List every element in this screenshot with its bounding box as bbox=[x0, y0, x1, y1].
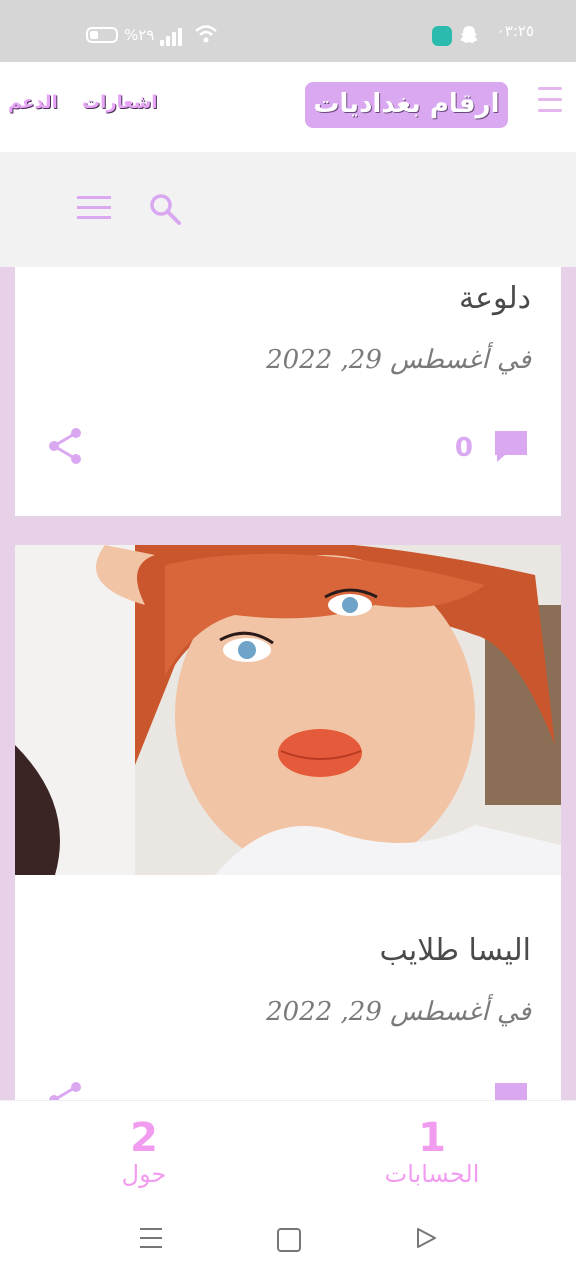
battery-percent: %٢٩ bbox=[124, 26, 155, 44]
side-menu-icon[interactable] bbox=[538, 87, 562, 121]
post-card[interactable]: دلوعة في أغسطس 29, 2022 0 bbox=[15, 267, 561, 516]
clock: ٠٣:٢٥ bbox=[496, 22, 534, 40]
post-date: في أغسطس 29, 2022 bbox=[266, 997, 531, 1027]
tab-label: حول bbox=[121, 1160, 167, 1188]
post-title[interactable]: دلوعة bbox=[459, 281, 531, 316]
tab-number: 1 bbox=[418, 1115, 446, 1161]
battery-icon bbox=[86, 27, 118, 43]
home-icon[interactable] bbox=[277, 1228, 301, 1252]
post-image[interactable] bbox=[15, 545, 561, 875]
snapchat-icon bbox=[458, 24, 480, 46]
app-header: ارقام بغداديات اشعارات الدعم bbox=[0, 62, 576, 152]
toolbar bbox=[0, 152, 576, 267]
system-nav-bar bbox=[0, 1200, 576, 1280]
back-icon[interactable] bbox=[414, 1226, 438, 1250]
post-title[interactable]: اليسا طلايب bbox=[379, 933, 531, 968]
header-nav: اشعارات الدعم bbox=[8, 92, 175, 113]
site-logo[interactable]: ارقام بغداديات bbox=[305, 82, 508, 128]
status-bar: %٢٩ ٠٣:٢٥ bbox=[0, 0, 576, 62]
app-notification-icon bbox=[432, 26, 452, 46]
comment-count: 0 bbox=[454, 433, 473, 463]
nav-link-support[interactable]: الدعم bbox=[8, 92, 58, 113]
tab-label: الحسابات bbox=[384, 1160, 480, 1188]
comment-icon[interactable] bbox=[493, 429, 529, 463]
search-icon[interactable] bbox=[148, 192, 182, 226]
menu-icon[interactable] bbox=[77, 196, 111, 222]
post-card[interactable]: اليسا طلايب في أغسطس 29, 2022 bbox=[15, 545, 561, 1118]
tab-accounts[interactable]: 1 الحسابات bbox=[380, 1117, 484, 1189]
signal-icon bbox=[160, 24, 184, 46]
post-date: في أغسطس 29, 2022 bbox=[266, 345, 531, 375]
tab-number: 2 bbox=[130, 1115, 158, 1161]
nav-link-notifications[interactable]: اشعارات bbox=[82, 92, 157, 113]
share-icon[interactable] bbox=[47, 427, 83, 465]
wifi-icon bbox=[194, 24, 218, 46]
recent-apps-icon[interactable] bbox=[140, 1228, 162, 1250]
tab-about[interactable]: 2 حول bbox=[114, 1117, 174, 1189]
